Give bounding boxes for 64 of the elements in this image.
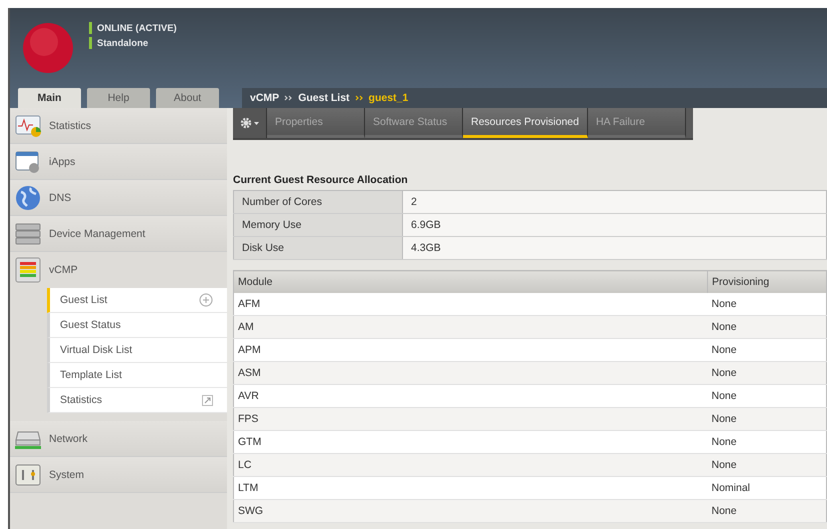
table-cell: None — [708, 454, 826, 476]
table-cell: None — [708, 500, 826, 522]
breadcrumb-current: guest_1 — [368, 92, 408, 104]
table-cell: Nominal — [708, 476, 826, 500]
chevron-icon — [354, 95, 364, 101]
table-cell: None — [708, 293, 826, 316]
table-cell: None — [708, 384, 826, 408]
status-text: Standalone — [97, 38, 148, 48]
table-cell: LTM — [234, 476, 708, 500]
settings-menu-button[interactable] — [233, 108, 267, 138]
field-value: 4.3GB — [402, 236, 826, 260]
field-value: 6.9GB — [402, 214, 826, 236]
panel-icon — [15, 462, 41, 488]
sidebar-item[interactable]: System — [10, 457, 227, 493]
table-cell: FPS — [234, 408, 708, 430]
breadcrumb-link[interactable]: vCMP — [250, 92, 280, 104]
bars-icon — [15, 257, 41, 283]
table-cell: GTM — [234, 430, 708, 454]
sidebar-item[interactable]: DNS — [10, 180, 227, 216]
sidebar-item[interactable]: Device Management — [10, 216, 227, 252]
submenu-item[interactable]: Guest List — [47, 288, 227, 313]
submenu-item[interactable]: Virtual Disk List — [47, 338, 227, 363]
logo-icon — [22, 22, 74, 74]
sidebar-item[interactable]: Statistics — [10, 108, 227, 144]
column-header[interactable]: Provisioning — [708, 270, 826, 293]
field-value: 2 — [402, 190, 826, 214]
table-cell: None — [708, 362, 826, 384]
tab[interactable]: About — [156, 88, 219, 108]
table-cell: AVR — [234, 384, 708, 408]
status-text: ONLINE (ACTIVE) — [97, 22, 177, 34]
table-cell: None — [708, 338, 826, 362]
table-cell: None — [708, 316, 826, 338]
field-label: Disk Use — [234, 236, 402, 260]
section-title: Current Guest Resource Allocation — [233, 174, 409, 186]
external-link-icon[interactable] — [202, 394, 213, 406]
sidebar-item[interactable]: iApps — [10, 144, 227, 180]
tab[interactable]: Software Status — [365, 108, 463, 138]
tab[interactable]: Help — [87, 88, 150, 108]
table-cell: None — [708, 430, 826, 454]
table-cell: None — [708, 408, 826, 430]
field-label: Memory Use — [234, 214, 402, 236]
tab[interactable]: Main — [18, 88, 81, 108]
table-cell: ASM — [234, 362, 708, 384]
table-cell: SWG — [234, 500, 708, 522]
breadcrumb-link[interactable]: Guest List — [298, 92, 350, 104]
server-icon — [15, 220, 41, 246]
window-icon — [15, 148, 41, 174]
globe-icon — [15, 184, 41, 210]
submenu-item[interactable]: Template List — [47, 363, 227, 388]
gear-icon[interactable] — [240, 117, 260, 129]
submenu-item[interactable]: Statistics — [47, 388, 227, 413]
tab[interactable]: Resources Provisioned — [463, 108, 588, 138]
column-header[interactable]: Module — [234, 270, 708, 293]
chevron-icon — [284, 95, 294, 101]
field-label: Number of Cores — [234, 190, 402, 214]
table-cell: LC — [234, 454, 708, 476]
submenu-item[interactable]: Guest Status — [47, 313, 227, 338]
table-cell: AFM — [234, 293, 708, 316]
table-cell: AM — [234, 316, 708, 338]
chart-icon — [15, 112, 41, 138]
sidebar-item[interactable]: Network — [10, 421, 227, 457]
tab[interactable]: Properties — [267, 108, 365, 138]
table-cell: APM — [234, 338, 708, 362]
tab[interactable]: HA Failure — [588, 108, 686, 138]
